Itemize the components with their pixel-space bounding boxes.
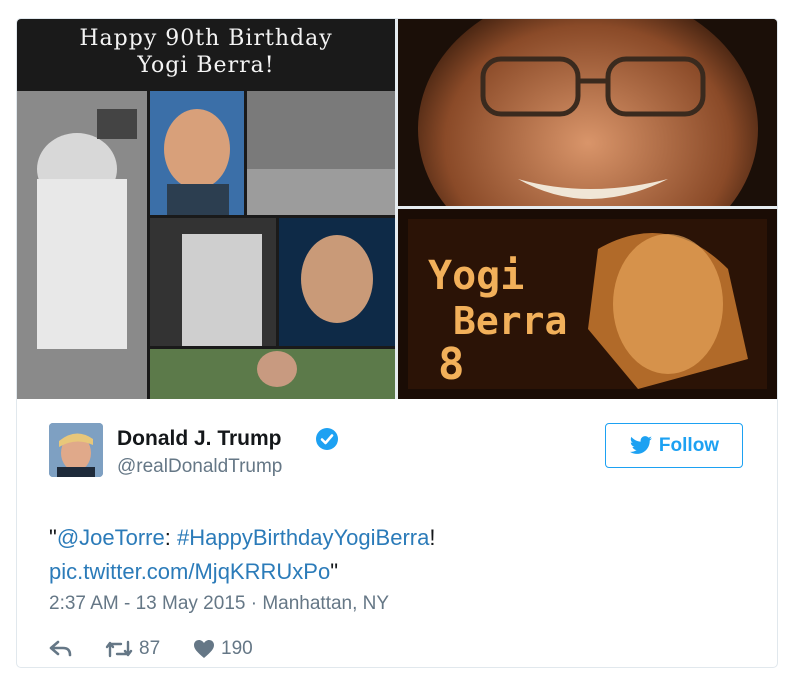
display-name[interactable]: Donald J. Trump: [117, 427, 282, 451]
follow-label: Follow: [658, 434, 720, 456]
like-button[interactable]: 190: [193, 638, 253, 660]
tweet-media[interactable]: Happy 90th Birthday Yogi Berra! Yogi Ber…: [17, 19, 777, 399]
retweet-count: 87: [139, 638, 161, 659]
scoreboard-text-1: Yogi: [428, 253, 524, 299]
collage-title-line2: Yogi Berra!: [137, 53, 275, 78]
scoreboard-photo: Yogi Berra 8: [398, 209, 777, 399]
verified-icon: [316, 428, 338, 450]
like-icon: [194, 640, 214, 658]
retweet-icon: [105, 640, 133, 658]
retweet-button[interactable]: 87: [105, 638, 193, 660]
close-quote: ": [330, 559, 338, 584]
tweet-actions: 87 190: [49, 637, 253, 661]
avatar[interactable]: [49, 423, 103, 477]
portrait-image[interactable]: [398, 19, 777, 206]
collage-image[interactable]: Happy 90th Birthday Yogi Berra!: [17, 19, 395, 399]
tweet-text: "@JoeTorre: #HappyBirthdayYogiBerra! pic.…: [49, 521, 739, 589]
tweet-body: Donald J. Trump @realDonaldTrump Follow …: [17, 399, 777, 667]
reply-button[interactable]: [49, 640, 105, 658]
avatar-photo: [49, 423, 103, 477]
like-count: 190: [221, 638, 253, 659]
colon: :: [164, 525, 177, 550]
twitter-bird-icon: [629, 435, 652, 454]
scoreboard-text-2: Berra: [453, 299, 567, 343]
scoreboard-number: 8: [438, 339, 465, 390]
hashtag-link[interactable]: #HappyBirthdayYogiBerra: [177, 525, 429, 550]
media-link[interactable]: pic.twitter.com/MjqKRRUxPo: [49, 559, 330, 584]
user-handle[interactable]: @realDonaldTrump: [117, 456, 282, 478]
exclaim: !: [429, 525, 436, 550]
follow-button[interactable]: Follow: [605, 423, 743, 468]
mention-link[interactable]: @JoeTorre: [57, 525, 165, 550]
portrait-photo: [398, 19, 777, 206]
tweet-timestamp[interactable]: 2:37 AM - 13 May 2015 · Manhattan, NY: [49, 593, 389, 615]
collage-title-line1: Happy 90th Birthday: [79, 26, 333, 51]
tweet-card: Happy 90th Birthday Yogi Berra! Yogi Ber…: [16, 18, 778, 668]
collage-title: Happy 90th Birthday Yogi Berra!: [17, 25, 395, 79]
scoreboard-image[interactable]: Yogi Berra 8: [398, 209, 777, 399]
reply-icon: [49, 640, 72, 657]
open-quote: ": [49, 525, 57, 550]
